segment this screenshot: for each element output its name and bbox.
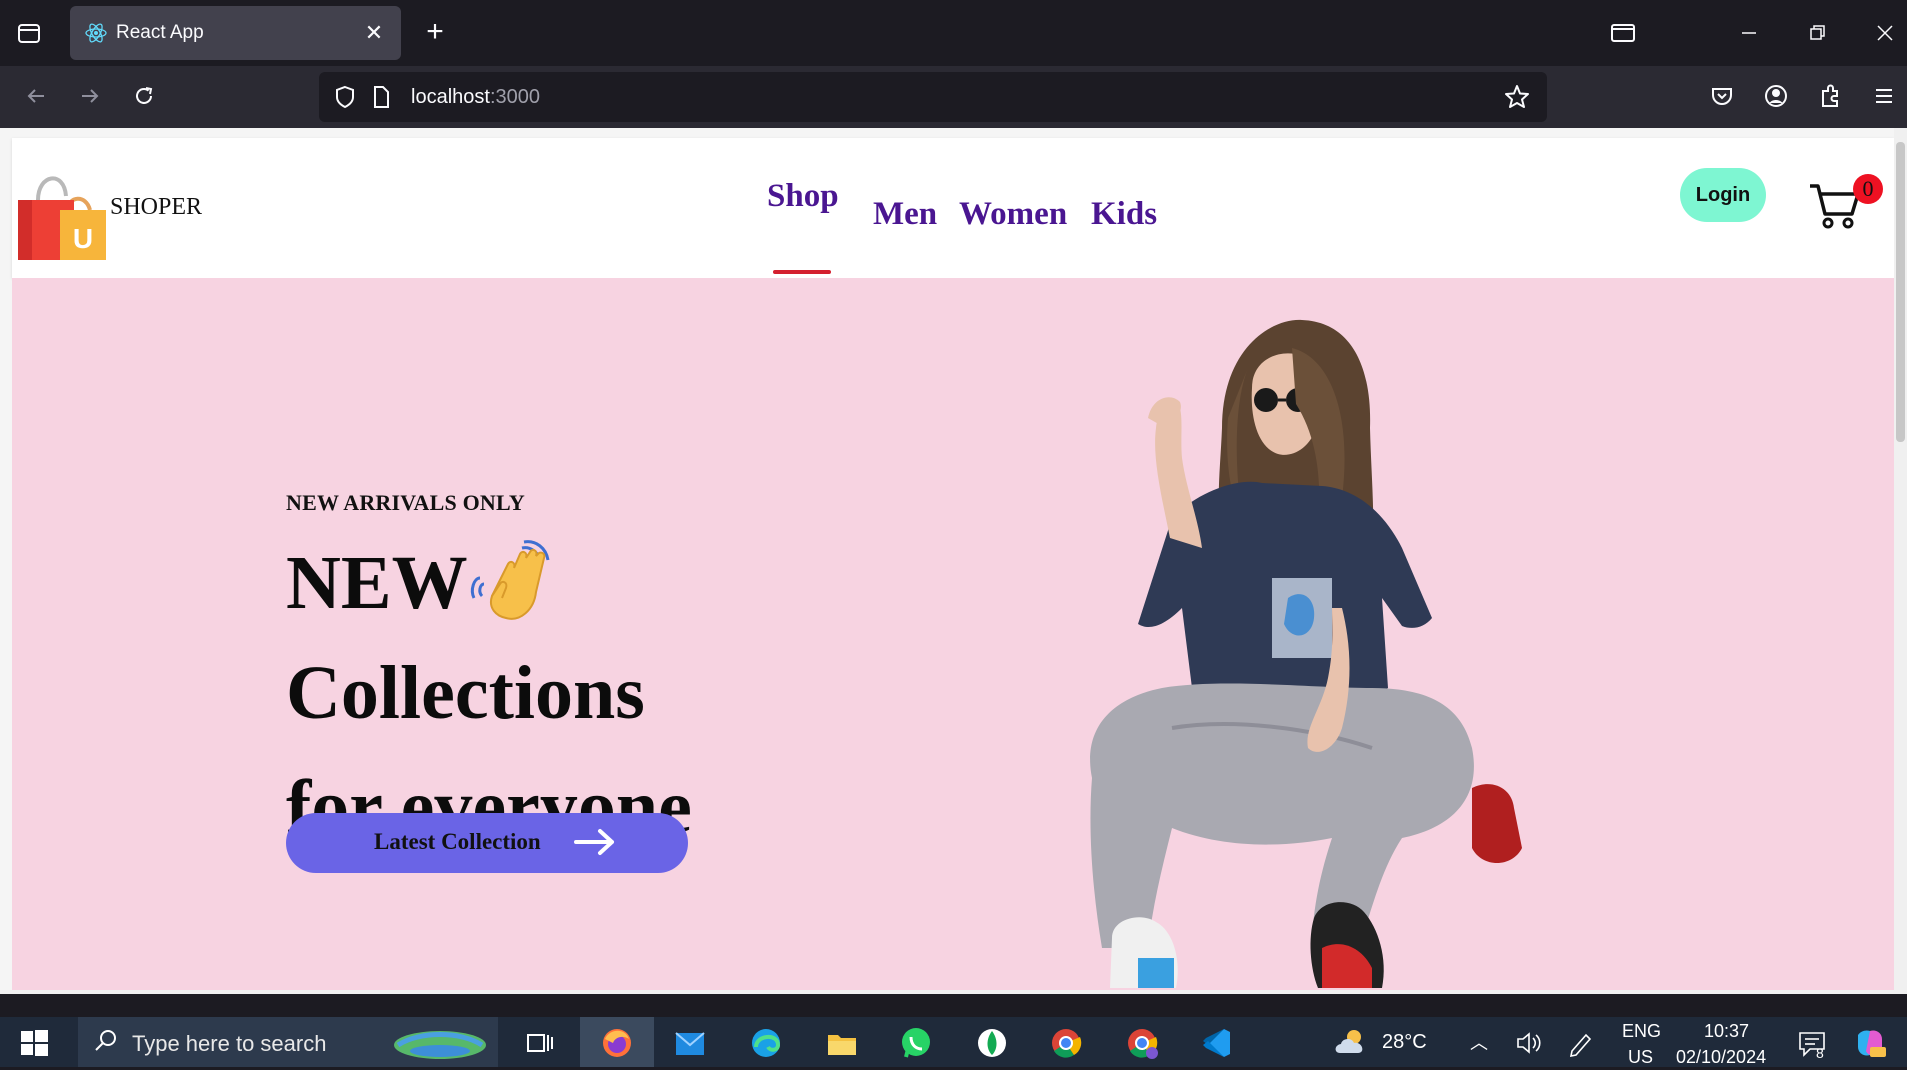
hero-subtitle: NEW ARRIVALS ONLY xyxy=(286,490,525,515)
menu-hamburger-icon[interactable] xyxy=(1868,80,1900,112)
vertical-scrollbar-thumb[interactable] xyxy=(1896,142,1905,442)
close-window-icon[interactable] xyxy=(1868,16,1902,50)
tab-title: React App xyxy=(116,22,204,43)
nav-women[interactable]: Women xyxy=(959,196,1067,233)
page-icon[interactable] xyxy=(365,81,397,113)
restore-icon[interactable] xyxy=(1800,16,1834,50)
browser-tabbar: React App ✕ + xyxy=(0,0,1907,66)
shopping-bag-logo-icon[interactable]: U xyxy=(16,166,108,260)
notification-count: 8 xyxy=(1816,1045,1824,1061)
clock-time[interactable]: 10:37 xyxy=(1704,1021,1749,1042)
chevron-up-icon[interactable]: ︿ xyxy=(1470,1029,1488,1055)
search-highlight-icon xyxy=(390,1021,490,1065)
minimize-icon[interactable] xyxy=(1732,16,1766,50)
firefox-icon xyxy=(599,1025,635,1061)
cta-label: Latest Collection xyxy=(374,829,541,854)
weather-cloud-icon[interactable] xyxy=(1332,1025,1368,1061)
taskbar-search[interactable]: Type here to search xyxy=(78,1017,498,1067)
hero-line-1: NEW xyxy=(286,541,468,625)
url-text[interactable]: localhost:3000 xyxy=(411,86,540,109)
mail-icon[interactable] xyxy=(672,1025,708,1061)
waving-hand-icon xyxy=(468,540,558,630)
nav-kids[interactable]: Kids xyxy=(1091,196,1157,233)
clock-date[interactable]: 02/10/2024 xyxy=(1676,1047,1766,1068)
close-tab-icon[interactable]: ✕ xyxy=(361,20,387,46)
edge-icon[interactable] xyxy=(748,1025,784,1061)
weather-temp[interactable]: 28°C xyxy=(1382,1031,1427,1054)
bookmark-star-icon[interactable] xyxy=(1501,81,1533,113)
language-code[interactable]: ENG xyxy=(1622,1021,1661,1042)
volume-icon[interactable] xyxy=(1510,1025,1546,1061)
address-bar[interactable]: localhost:3000 xyxy=(319,72,1547,122)
chrome-icon[interactable] xyxy=(1048,1025,1084,1061)
cart-count-badge: 0 xyxy=(1853,174,1883,204)
taskbar-firefox-active[interactable] xyxy=(580,1017,654,1067)
latest-collection-button[interactable]: Latest Collection xyxy=(286,813,688,873)
chrome-profile-icon[interactable] xyxy=(1124,1025,1160,1061)
language-region[interactable]: US xyxy=(1628,1047,1653,1068)
hero-section: NEW ARRIVALS ONLY NEW Collections for ev… xyxy=(12,278,1894,994)
site-header: U SHOPER Shop Men Women Kids Login 0 xyxy=(12,138,1894,278)
shield-icon[interactable] xyxy=(329,81,361,113)
hero-model-image xyxy=(1052,308,1572,994)
forward-arrow-icon[interactable] xyxy=(74,80,106,112)
back-arrow-icon[interactable] xyxy=(20,80,52,112)
browser-tab-active[interactable]: React App ✕ xyxy=(70,6,401,60)
tab-list-icon[interactable] xyxy=(14,18,44,48)
horizontal-scrollbar[interactable] xyxy=(0,990,1894,994)
url-host: localhost xyxy=(411,86,490,108)
url-port: :3000 xyxy=(489,86,540,108)
reload-icon[interactable] xyxy=(128,80,160,112)
mongodb-icon[interactable] xyxy=(974,1025,1010,1061)
file-explorer-icon[interactable] xyxy=(824,1025,860,1061)
login-button[interactable]: Login xyxy=(1680,168,1766,222)
arrow-right-icon xyxy=(574,827,616,857)
new-tab-icon[interactable]: + xyxy=(420,17,450,49)
nav-men[interactable]: Men xyxy=(873,196,937,233)
nav-shop[interactable]: Shop xyxy=(767,178,839,215)
windows-start-icon[interactable] xyxy=(18,1027,54,1063)
page-content: U SHOPER Shop Men Women Kids Login 0 NEW… xyxy=(12,138,1894,994)
react-logo-icon xyxy=(84,21,108,45)
vertical-scrollbar[interactable] xyxy=(1894,128,1907,994)
browser-toolbar: localhost:3000 xyxy=(0,66,1907,128)
firefox-view-icon[interactable] xyxy=(1606,16,1640,50)
whatsapp-icon[interactable] xyxy=(898,1025,934,1061)
pocket-icon[interactable] xyxy=(1706,80,1738,112)
account-icon[interactable] xyxy=(1760,80,1792,112)
extensions-puzzle-icon[interactable] xyxy=(1814,80,1846,112)
search-icon xyxy=(90,1025,126,1061)
copilot-icon[interactable] xyxy=(1852,1025,1888,1061)
vscode-icon[interactable] xyxy=(1198,1025,1234,1061)
logo-text[interactable]: SHOPER xyxy=(110,194,202,221)
svg-text:U: U xyxy=(73,223,93,254)
search-placeholder: Type here to search xyxy=(132,1031,327,1056)
hero-line-2: Collections xyxy=(286,651,645,735)
notifications-icon[interactable] xyxy=(1794,1025,1830,1061)
task-view-icon[interactable] xyxy=(522,1025,558,1061)
pen-icon[interactable] xyxy=(1562,1025,1598,1061)
nav-active-underline xyxy=(773,270,831,274)
windows-taskbar: Type here to search 28°C ︿ ENG US 10:37 … xyxy=(0,1017,1907,1067)
page-viewport: U SHOPER Shop Men Women Kids Login 0 NEW… xyxy=(0,128,1907,994)
